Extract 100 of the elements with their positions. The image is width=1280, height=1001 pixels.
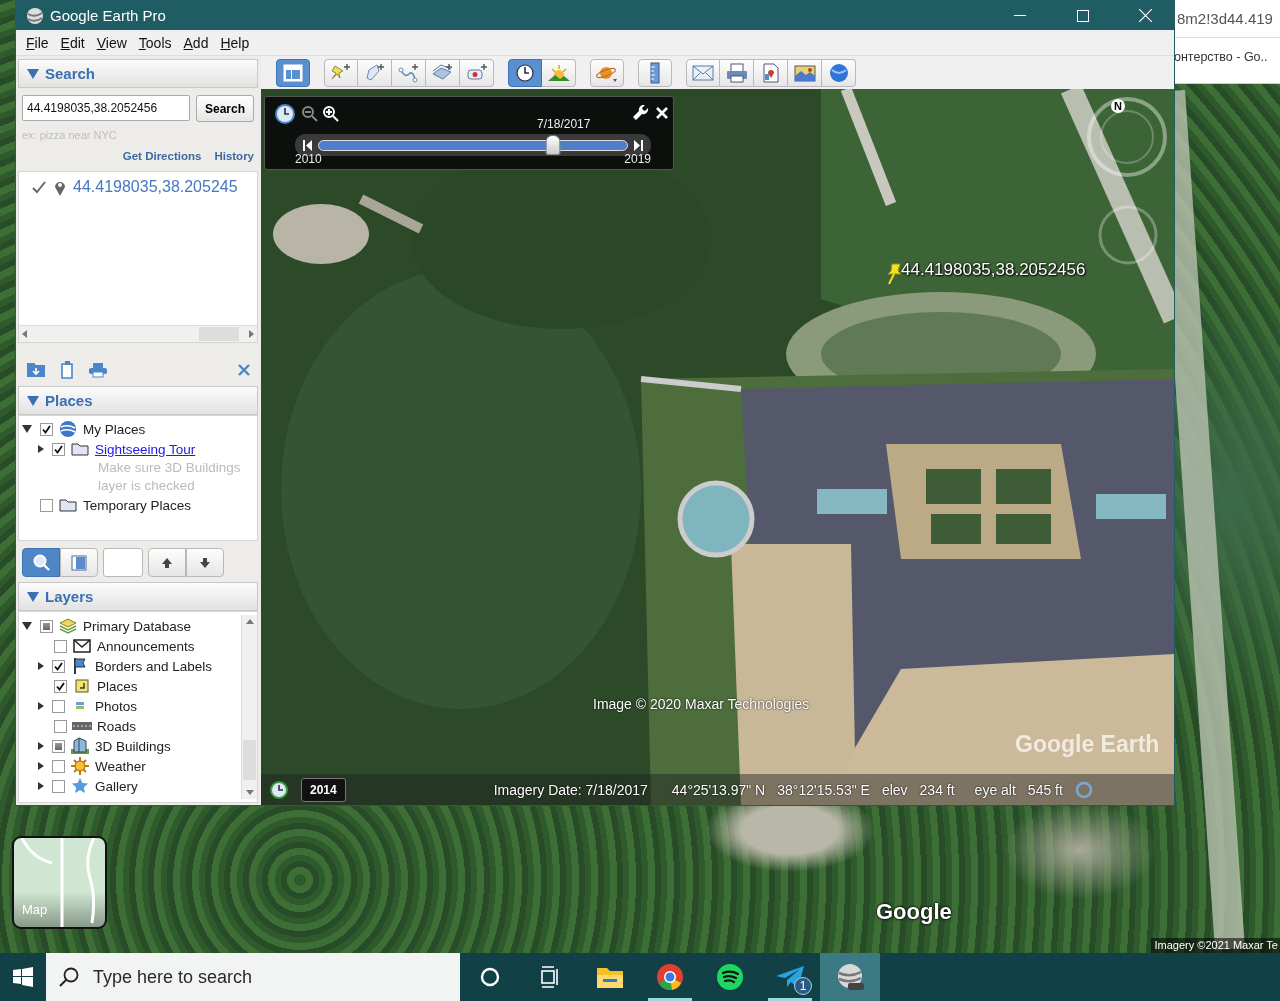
checkbox[interactable] bbox=[52, 659, 65, 673]
tree-item-label[interactable]: Photos bbox=[95, 698, 138, 714]
expand-triangle-icon[interactable] bbox=[38, 702, 44, 710]
expand-triangle-icon[interactable] bbox=[38, 445, 44, 453]
tree-item-label[interactable]: Primary Database bbox=[83, 618, 192, 634]
tree-item-label[interactable]: Gallery bbox=[95, 778, 138, 794]
expand-triangle-icon[interactable] bbox=[38, 782, 44, 790]
google-earth-logo: Google Earth bbox=[1015, 731, 1160, 758]
search-panel-header[interactable]: Search bbox=[18, 59, 258, 88]
tree-item-label[interactable]: 3D Buildings bbox=[95, 738, 171, 754]
clock-icon[interactable] bbox=[274, 103, 296, 125]
menu-item[interactable]: Add bbox=[177, 32, 215, 53]
globe-icon bbox=[59, 420, 77, 438]
address-bar-text[interactable]: 8m2!3d44.419 bbox=[1177, 10, 1273, 27]
checkmark-icon[interactable] bbox=[31, 180, 47, 194]
checkbox[interactable] bbox=[54, 679, 67, 693]
photo-icon bbox=[74, 700, 86, 712]
move-down-button[interactable] bbox=[186, 548, 224, 577]
toggle-button[interactable] bbox=[22, 548, 60, 577]
checkbox[interactable] bbox=[52, 699, 65, 713]
tree-item-label[interactable]: Roads bbox=[97, 718, 137, 734]
browser-tab-title[interactable]: онтерство - Go.. bbox=[1174, 50, 1268, 64]
longitude: 38°12'15.53" E bbox=[777, 781, 870, 798]
imagery-date: Imagery Date: 7/18/2017 bbox=[493, 781, 648, 798]
checkbox[interactable] bbox=[52, 779, 65, 793]
scroll-down-arrow-icon[interactable] bbox=[245, 790, 254, 795]
tree-item-label[interactable]: Weather bbox=[95, 758, 146, 774]
toolbar-button[interactable] bbox=[754, 58, 788, 87]
checkbox[interactable] bbox=[54, 719, 67, 733]
toolbar-button[interactable] bbox=[638, 58, 672, 87]
expand-triangle-icon[interactable] bbox=[38, 662, 44, 670]
folder-add-icon[interactable] bbox=[26, 361, 46, 378]
scroll-right-arrow-icon[interactable] bbox=[249, 330, 254, 338]
copy-icon[interactable] bbox=[59, 360, 75, 379]
blank-field[interactable] bbox=[103, 548, 143, 577]
panel-icon bbox=[70, 553, 88, 572]
toolbar-button[interactable] bbox=[276, 58, 310, 87]
collapse-triangle-icon[interactable] bbox=[22, 425, 32, 433]
zoom-in-icon[interactable] bbox=[322, 105, 340, 123]
checkbox[interactable] bbox=[52, 759, 65, 773]
maximize-icon bbox=[1076, 9, 1089, 22]
menu-item[interactable]: Edit bbox=[54, 32, 91, 53]
tree-item-label[interactable]: Announcements bbox=[97, 638, 195, 654]
menu-item[interactable]: Help bbox=[214, 32, 256, 53]
star-icon bbox=[71, 777, 89, 795]
checkbox[interactable] bbox=[40, 498, 53, 512]
search-field[interactable]: 44.4198035,38.2052456 bbox=[22, 95, 190, 121]
horizontal-scrollbar[interactable] bbox=[19, 325, 257, 342]
scrollbar-thumb[interactable] bbox=[199, 327, 239, 341]
latitude: 44°25'13.97" N bbox=[671, 781, 766, 798]
menu-item[interactable]: Tools bbox=[132, 32, 178, 53]
skip-to-end-icon[interactable] bbox=[634, 139, 643, 151]
spotify-icon bbox=[715, 963, 745, 991]
placemark-label[interactable]: 44.4198035,38.2052456 bbox=[901, 260, 1086, 280]
toolbar-button[interactable] bbox=[460, 58, 494, 87]
scroll-up-arrow-icon[interactable] bbox=[245, 619, 254, 624]
panel-link[interactable]: History bbox=[214, 150, 254, 162]
pushpin-icon[interactable] bbox=[886, 263, 902, 285]
scroll-left-arrow-icon[interactable] bbox=[22, 330, 27, 338]
vertical-scrollbar[interactable] bbox=[241, 615, 257, 799]
places-panel-header[interactable]: Places bbox=[18, 386, 258, 415]
layers-stack-icon bbox=[59, 618, 77, 634]
search-result-link[interactable]: 44.4198035,38.205245 bbox=[73, 178, 238, 196]
path-add-icon bbox=[396, 61, 421, 84]
year-button[interactable]: 2014 bbox=[301, 777, 346, 802]
zoom-out-icon[interactable] bbox=[301, 105, 319, 123]
wrench-icon[interactable] bbox=[632, 105, 650, 123]
toolbar-button[interactable] bbox=[542, 58, 576, 87]
compass-control[interactable]: N bbox=[1085, 95, 1169, 179]
tree-item-label[interactable]: Places bbox=[97, 678, 138, 694]
search-button[interactable]: Search bbox=[196, 95, 254, 122]
tree-item-label[interactable]: Temporary Places bbox=[83, 497, 192, 513]
expand-triangle-icon[interactable] bbox=[38, 742, 44, 750]
toggle-button[interactable] bbox=[60, 548, 98, 577]
taskbar-app-button[interactable]: 1 bbox=[760, 953, 820, 1001]
checkbox[interactable] bbox=[52, 442, 65, 456]
panel-link[interactable]: Get Directions bbox=[122, 150, 202, 162]
tour-link[interactable]: Sightseeing Tour bbox=[95, 441, 196, 457]
slider-thumb[interactable] bbox=[545, 134, 561, 155]
tree-item-label[interactable]: My Places bbox=[83, 421, 146, 437]
move-up-button[interactable] bbox=[148, 548, 186, 577]
look-joystick-control[interactable] bbox=[1097, 204, 1159, 266]
printer-icon[interactable] bbox=[88, 361, 108, 378]
scrollbar-thumb[interactable] bbox=[243, 740, 256, 780]
checkbox[interactable] bbox=[40, 422, 53, 436]
checkbox[interactable] bbox=[54, 639, 67, 653]
magnifier-icon bbox=[31, 552, 51, 573]
collapse-triangle-icon[interactable] bbox=[22, 622, 32, 630]
toolbar-button[interactable] bbox=[508, 58, 542, 87]
expand-triangle-icon[interactable] bbox=[38, 762, 44, 770]
toolbar-button[interactable] bbox=[822, 58, 856, 87]
google-logo: Google bbox=[876, 899, 952, 925]
skip-to-start-icon[interactable] bbox=[303, 139, 312, 151]
taskbar-search-field[interactable]: Type here to search bbox=[46, 953, 460, 1001]
menu-item[interactable]: View bbox=[90, 32, 133, 53]
tree-item-label[interactable]: Borders and Labels bbox=[95, 658, 213, 674]
taskbar-app-button[interactable] bbox=[820, 953, 880, 1001]
flag-icon bbox=[72, 657, 88, 675]
menu-item[interactable]: File bbox=[20, 32, 55, 53]
layers-panel-header[interactable]: Layers bbox=[18, 582, 258, 611]
